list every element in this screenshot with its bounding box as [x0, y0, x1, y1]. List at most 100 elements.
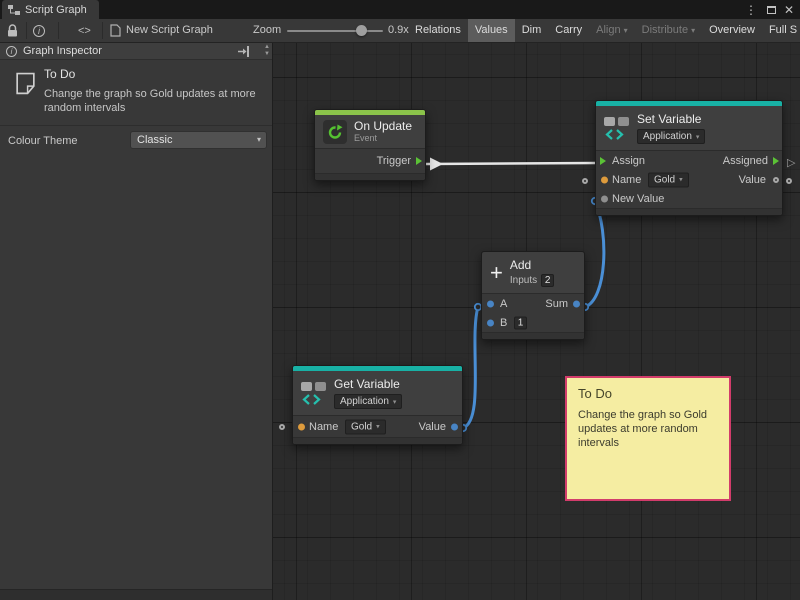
- graph-toolbar: i <> New Script Graph Zoom 0.9x Relation…: [0, 19, 800, 43]
- panel-scroll-arrows[interactable]: ▲ ▼: [264, 44, 270, 58]
- trigger-output-port[interactable]: [416, 157, 422, 165]
- dock-panel-icon[interactable]: [238, 46, 250, 57]
- script-graph-tab-icon: [8, 4, 20, 16]
- assign-input-port[interactable]: [600, 157, 606, 165]
- assigned-output-port[interactable]: [773, 157, 779, 165]
- graph-asset-icon: [110, 19, 121, 42]
- b-port-label: B: [500, 317, 507, 329]
- variable-scope-dropdown[interactable]: Application ▾: [637, 129, 705, 144]
- scroll-down-icon: ▼: [264, 51, 270, 58]
- toolbar-separator: [58, 22, 59, 39]
- zoom-value: 0.9x: [388, 19, 409, 42]
- dropdown-arrow-icon: ▾: [376, 423, 380, 431]
- variables-icon: [604, 116, 630, 140]
- dim-button[interactable]: Dim: [515, 19, 549, 42]
- dropdown-arrow-icon: ▾: [679, 176, 683, 184]
- values-button[interactable]: Values: [468, 19, 515, 42]
- lock-icon[interactable]: [6, 19, 19, 42]
- node-subtitle: Event: [354, 133, 412, 144]
- node-add[interactable]: + Add Inputs 2 A Sum B: [481, 251, 585, 340]
- add-icon: +: [490, 262, 503, 284]
- node-title: Set Variable: [637, 112, 705, 126]
- variable-name-dropdown[interactable]: Gold ▾: [648, 172, 689, 187]
- close-icon[interactable]: ✕: [780, 0, 798, 19]
- variable-scope-dropdown[interactable]: Application ▾: [334, 394, 402, 409]
- relations-button[interactable]: Relations: [408, 19, 468, 42]
- port-row: Assign Assigned: [596, 151, 782, 170]
- inputs-count-field[interactable]: 2: [541, 274, 554, 287]
- toolbar-buttons: Relations Values Dim Carry Align▾ Distri…: [408, 19, 800, 42]
- dropdown-arrow-icon: ▾: [624, 26, 628, 35]
- port-row: Name Gold ▾ Value: [596, 170, 782, 189]
- sticky-note-title: To Do: [578, 386, 718, 401]
- sticky-note[interactable]: To Do Change the graph so Gold updates a…: [565, 376, 731, 501]
- colour-theme-dropdown[interactable]: Classic ▾: [130, 131, 267, 149]
- port-row: Name Gold ▾ Value: [293, 416, 462, 437]
- set-variable-name-port-marker[interactable]: [582, 178, 588, 184]
- tab-script-graph[interactable]: Script Graph: [2, 0, 99, 19]
- code-icon[interactable]: <>: [78, 19, 91, 42]
- node-title: Get Variable: [334, 377, 402, 391]
- graph-title-label[interactable]: New Script Graph: [126, 19, 213, 42]
- get-variable-name-port-marker[interactable]: [279, 424, 285, 430]
- wire-trigger-to-assign[interactable]: [426, 163, 595, 164]
- variable-name-dropdown[interactable]: Gold ▾: [345, 419, 386, 434]
- sum-port-label: Sum: [545, 298, 568, 310]
- value-port-label: Value: [739, 174, 766, 186]
- tab-title: Script Graph: [25, 4, 87, 16]
- value-output-port[interactable]: [451, 423, 458, 430]
- divider: [0, 125, 272, 126]
- name-input-port[interactable]: [298, 423, 305, 430]
- assigned-port-marker[interactable]: ▷: [787, 158, 795, 169]
- wire-sum-to-newvalue[interactable]: [585, 201, 604, 307]
- wire-arrowhead: [430, 158, 443, 171]
- carry-button[interactable]: Carry: [548, 19, 589, 42]
- graph-canvas[interactable]: On Update Event Trigger: [273, 43, 800, 600]
- kebab-menu-icon[interactable]: ⋮: [742, 0, 760, 19]
- sticky-note-body: Change the graph so Gold updates at more…: [578, 408, 720, 450]
- new-value-port-label: New Value: [612, 193, 664, 205]
- fullscreen-button[interactable]: Full S: [762, 19, 800, 42]
- port-row: B 1: [482, 313, 584, 332]
- set-variable-value-port-marker[interactable]: [786, 178, 792, 184]
- zoom-slider-handle[interactable]: [356, 25, 367, 36]
- inspector-note-title: To Do: [44, 67, 75, 81]
- node-set-variable[interactable]: Set Variable Application ▾ Assign Assign…: [595, 100, 783, 216]
- value-output-port[interactable]: [773, 177, 779, 183]
- new-value-input-port[interactable]: [601, 195, 608, 202]
- value-port-label: Value: [419, 421, 446, 433]
- window-tab-bar: Script Graph ⋮ ✕: [0, 0, 800, 19]
- trigger-port-label: Trigger: [377, 155, 411, 167]
- zoom-label: Zoom: [253, 19, 281, 42]
- a-port-label: A: [500, 298, 507, 310]
- toolbar-separator: [26, 22, 27, 39]
- assigned-port-label: Assigned: [723, 155, 768, 167]
- inputs-label: Inputs: [510, 275, 537, 286]
- on-update-icon: [323, 120, 347, 144]
- sum-output-port[interactable]: [573, 300, 580, 307]
- info-icon: i: [6, 46, 17, 57]
- overview-button[interactable]: Overview: [702, 19, 762, 42]
- node-on-update[interactable]: On Update Event Trigger: [314, 109, 426, 181]
- sticky-note-icon: [13, 71, 38, 97]
- info-icon[interactable]: i: [33, 19, 45, 42]
- maximize-icon[interactable]: [762, 0, 780, 19]
- align-button: Align▾: [589, 19, 634, 42]
- port-row: New Value: [596, 189, 782, 208]
- node-get-variable[interactable]: Get Variable Application ▾ Name Gold ▾ V…: [292, 365, 463, 445]
- b-value-field[interactable]: 1: [514, 316, 527, 329]
- dropdown-arrow-icon: ▾: [393, 398, 397, 406]
- zoom-slider[interactable]: [287, 30, 383, 32]
- b-input-port[interactable]: [487, 319, 494, 326]
- distribute-button: Distribute▾: [635, 19, 702, 42]
- dropdown-arrow-icon: ▾: [257, 132, 261, 148]
- graph-inspector-header: i Graph Inspector: [0, 43, 272, 60]
- wire-value-to-a[interactable]: [463, 307, 478, 428]
- assign-port-label: Assign: [612, 155, 645, 167]
- a-input-port[interactable]: [487, 300, 494, 307]
- name-port-label: Name: [309, 421, 338, 433]
- graph-inspector-panel: i Graph Inspector ▲ ▼ To Do Change the g…: [0, 43, 273, 600]
- port-row: Trigger: [315, 149, 425, 173]
- colour-theme-label: Colour Theme: [8, 135, 78, 147]
- name-input-port[interactable]: [601, 176, 608, 183]
